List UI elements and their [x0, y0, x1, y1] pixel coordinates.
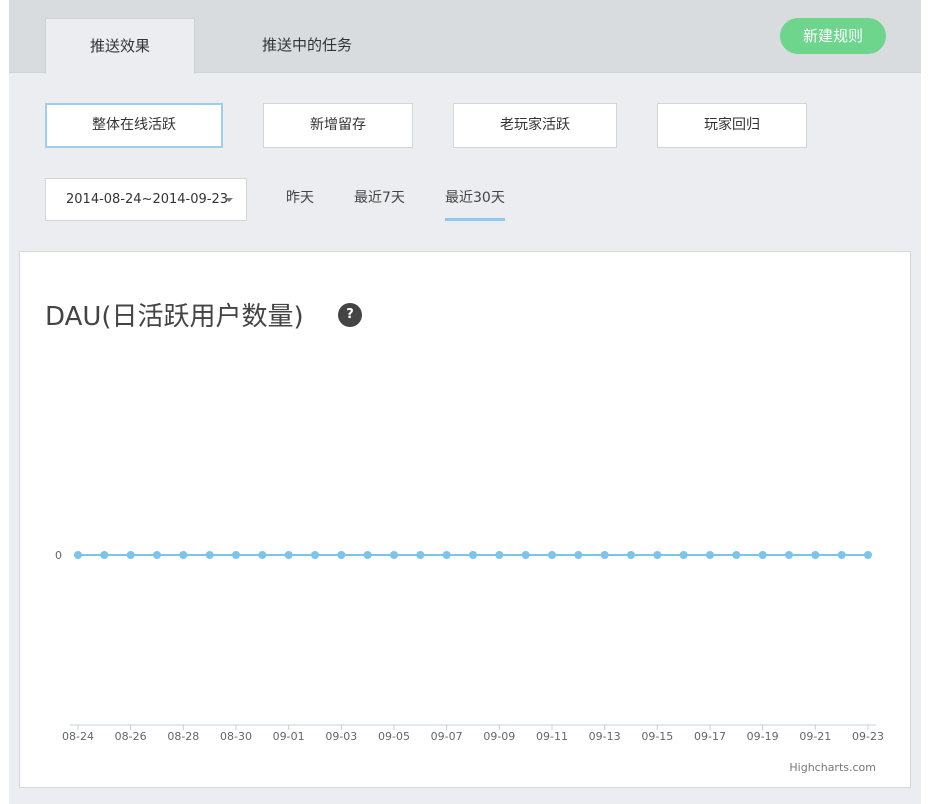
data-point — [390, 551, 398, 559]
segment-old-player-active[interactable]: 老玩家活跃 — [453, 103, 617, 148]
data-point — [785, 551, 793, 559]
data-point — [179, 551, 188, 559]
data-point — [574, 551, 583, 559]
new-rule-button[interactable]: 新建规则 — [780, 18, 886, 54]
date-range-picker[interactable]: 2014-08-24~2014-09-23 — [45, 178, 247, 221]
data-point — [74, 551, 82, 559]
tab-bar: 推送效果 推送中的任务 新建规则 — [9, 0, 921, 74]
x-tick-label: 09-23 — [852, 730, 884, 743]
data-point — [363, 551, 372, 559]
data-point — [495, 551, 504, 559]
data-point — [679, 551, 688, 559]
data-point — [284, 551, 293, 559]
app-window: 推送效果 推送中的任务 新建规则 整体在线活跃 新增留存 老玩家活跃 玩家回归 … — [9, 0, 921, 804]
x-tick-label: 09-01 — [273, 730, 305, 743]
segment-player-return[interactable]: 玩家回归 — [657, 103, 807, 148]
data-point — [600, 551, 609, 559]
data-point — [258, 551, 267, 559]
data-point — [337, 551, 346, 559]
data-point — [548, 551, 556, 559]
x-tick-label: 09-05 — [378, 730, 410, 743]
x-tick-label: 09-17 — [694, 730, 726, 743]
data-point — [311, 551, 319, 559]
tab-push-effect[interactable]: 推送效果 — [45, 18, 195, 74]
data-point — [653, 551, 662, 559]
caret-down-icon — [225, 198, 233, 202]
data-point — [100, 551, 109, 559]
quick-range-7days[interactable]: 最近7天 — [354, 178, 405, 221]
data-point — [442, 551, 451, 559]
x-tick-label: 09-15 — [641, 730, 673, 743]
x-tick-label: 09-07 — [431, 730, 463, 743]
segment-overall-active[interactable]: 整体在线活跃 — [45, 103, 223, 148]
x-tick-label: 09-03 — [325, 730, 357, 743]
y-tick-label: 0 — [55, 549, 62, 562]
data-point — [521, 551, 530, 559]
x-tick-label: 08-28 — [167, 730, 199, 743]
data-point — [627, 551, 635, 559]
segment-new-retention[interactable]: 新增留存 — [263, 103, 413, 148]
data-point — [126, 551, 135, 559]
data-point — [758, 551, 767, 559]
tab-running-tasks[interactable]: 推送中的任务 — [239, 18, 375, 73]
date-range-value: 2014-08-24~2014-09-23 — [66, 192, 228, 207]
x-tick-label: 09-11 — [536, 730, 568, 743]
quick-range-yesterday[interactable]: 昨天 — [286, 178, 314, 221]
data-point — [811, 551, 820, 559]
data-point — [416, 551, 425, 559]
x-tick-label: 08-24 — [62, 730, 94, 743]
x-tick-label: 09-19 — [747, 730, 779, 743]
x-tick-label: 09-13 — [589, 730, 621, 743]
quick-range-30days[interactable]: 最近30天 — [445, 178, 505, 221]
data-point — [706, 551, 714, 559]
data-point — [732, 551, 741, 559]
data-point — [864, 551, 872, 559]
chart-panel: DAU(日活跃用户数量) ? 0 08-24 08-26 08-28 08-30 09-0… — [19, 251, 911, 788]
highcharts-credit[interactable]: Highcharts.com — [789, 761, 876, 774]
x-tick-label: 08-30 — [220, 730, 252, 743]
data-point — [232, 551, 240, 559]
data-point — [837, 551, 846, 559]
data-point — [469, 551, 477, 559]
chart-plot: 0 08-24 08-26 08-28 08-30 09-01 09-03 09-05 09-0… — [55, 549, 884, 743]
x-tick-label: 09-09 — [483, 730, 515, 743]
x-tick-label: 08-26 — [115, 730, 147, 743]
data-point — [205, 551, 214, 559]
x-tick-label: 09-21 — [799, 730, 831, 743]
data-point — [153, 551, 161, 559]
